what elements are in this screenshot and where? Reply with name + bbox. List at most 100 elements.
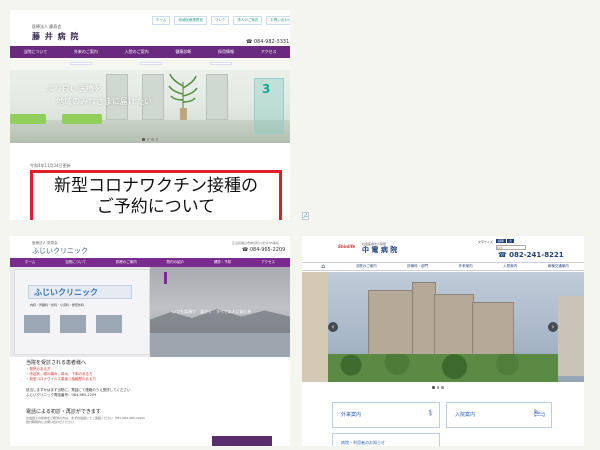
card-label: 病院・利用者のお知らせ — [341, 440, 385, 445]
water — [150, 333, 290, 357]
site-header: 医療法人 慶寿会 藤 井 病 院 ホーム 地域医療連携室 リンク 求人のご案内 … — [10, 10, 290, 46]
nav-medical[interactable]: 診療のご案内 — [116, 260, 137, 265]
broken-image-icon — [302, 212, 309, 220]
slider-next-icon[interactable]: › — [548, 322, 558, 332]
trees — [328, 354, 558, 382]
font-size-buttons: 標準 大 — [496, 239, 515, 243]
phone-number[interactable]: ☎ 084-982-3331 — [246, 39, 289, 45]
slider-dots[interactable] — [142, 138, 158, 141]
bed-icon: 🛏 — [533, 409, 545, 419]
clinic-sign-text: ふじいクリニック — [34, 288, 98, 297]
nav-facility[interactable]: 院内の紹介 — [167, 260, 185, 265]
slider-dot[interactable] — [146, 138, 149, 141]
phone-text: 082-241-8221 — [509, 251, 564, 259]
hospital-logo[interactable]: 中 電 病 院 — [362, 245, 397, 255]
nav-checkup[interactable]: 健康診断 — [175, 49, 191, 55]
clinic-address: 広島県福山市神辺町川北1055番地 — [232, 241, 279, 245]
stethoscope-icon: ⚕ — [428, 409, 433, 419]
main-nav: ⌂ 当院のご案内 診療科・部門 外来案内 入院案内 病棟交通案内 — [302, 262, 584, 271]
nav-home[interactable]: ホーム — [25, 260, 35, 265]
site-header: Shinlife 社会医療法人財団 中 電 病 院 文字サイズ 標準 大 検索 … — [302, 236, 584, 259]
top-link-recruit[interactable]: 求人のご案内 — [233, 16, 263, 25]
font-size-standard-button[interactable]: 標準 — [496, 239, 507, 243]
ceiling-lamp — [210, 62, 232, 65]
vaccine-notice-banner[interactable]: 新型コロナワクチン接種の ご予約について — [30, 170, 282, 220]
hospital-building — [434, 294, 474, 360]
nav-departments[interactable]: 診療科・部門 — [407, 264, 428, 269]
clinic-sign-subtext: 内科・胃腸科・外科・小児科・整形外科 — [30, 303, 85, 307]
section-heading: 当院を受診される患者様へ — [26, 360, 87, 366]
search-input[interactable]: 検索 — [496, 245, 526, 250]
hospital-logo[interactable]: 藤 井 病 院 — [32, 31, 79, 42]
nav-checkup[interactable]: 健診・予防 — [214, 260, 232, 265]
brand-mark: Shinlife — [338, 244, 356, 249]
slider-prev-icon[interactable]: ‹ — [328, 322, 338, 332]
accent-bar — [164, 272, 167, 284]
phone-text: 084-965-2209 — [249, 247, 286, 253]
font-size-label: 文字サイズ — [478, 240, 493, 244]
logo-subtitle: 医療法人 慶寿会 — [32, 24, 62, 29]
nav-transport[interactable]: 病棟交通案内 — [548, 264, 569, 269]
notice-card[interactable]: 病院・利用者のお知らせ — [332, 433, 440, 446]
outpatient-card[interactable]: 外来案内 ⚕ — [332, 402, 440, 428]
phone-icon: ☎ — [242, 247, 250, 253]
phone-number[interactable]: ☎ 084-965-2209 — [242, 247, 285, 253]
main-nav: ホーム 当院について 診療のご案内 院内の紹介 健診・予防 アクセス — [10, 258, 290, 267]
slider-dot[interactable] — [432, 386, 435, 389]
top-links: ホーム 地域医療連携室 リンク 求人のご案内 お問い合わせ — [152, 16, 290, 25]
fujii-hospital-screenshot: 医療法人 慶寿会 藤 井 病 院 ホーム 地域医療連携室 リンク 求人のご案内 … — [10, 10, 290, 220]
home-icon[interactable]: ⌂ — [321, 263, 325, 270]
list-item: ・新型コロナウイルス患者と接触歴のある方 — [26, 377, 96, 381]
nav-about[interactable]: 当院について — [23, 49, 47, 55]
top-link-links[interactable]: リンク — [210, 16, 230, 25]
card-label: 入院案内 — [455, 412, 476, 418]
card-label: 外来案内 — [341, 412, 362, 418]
nav-inpatient[interactable]: 入院案内 — [503, 264, 517, 269]
hero-tagline-1: より良い医療を — [46, 84, 102, 93]
slider-dot[interactable] — [441, 386, 444, 389]
phone-number[interactable]: ☎ 082-241-8221 — [498, 251, 564, 259]
banner-thumbnail[interactable] — [212, 436, 272, 446]
phone-consult-text: 受付時間内にお問い合わせください — [26, 420, 75, 424]
phone-text: 084-982-3331 — [253, 39, 290, 45]
top-link-home[interactable]: ホーム — [152, 16, 171, 25]
hero-image: ふじいクリニック 内科・胃腸科・外科・小児科・整形外科 いつも笑顔で 温かく す… — [10, 267, 290, 357]
ceiling-lamp — [70, 62, 92, 65]
top-link-contact[interactable]: お問い合わせ — [266, 16, 290, 25]
main-nav: 当院について 外来のご案内 入院のご案内 健康診断 採用情報 アクセス — [10, 46, 290, 58]
hospital-tower — [412, 282, 436, 360]
plant-icon — [168, 73, 198, 120]
symptom-list: ・発熱のある方 ・咳症状、喉の痛み、鼻水、下痢のある方 ・新型コロナウイルス患者… — [26, 367, 96, 382]
waiting-bench — [62, 114, 102, 124]
hero-message: いつも笑顔で 温かく すべての人に安心を — [172, 309, 252, 314]
nav-about[interactable]: 当院について — [65, 260, 86, 265]
slider-dots[interactable] — [432, 386, 444, 389]
top-link-regional[interactable]: 地域医療連携室 — [174, 16, 207, 25]
slider-dot[interactable] — [151, 138, 154, 141]
clinic-logo[interactable]: ふじいクリニック — [32, 246, 88, 256]
hero-image: 3 より良い医療を 地域のみなさまに届けたい — [10, 58, 290, 143]
nav-access[interactable]: アクセス — [261, 49, 277, 55]
slider-dot[interactable] — [436, 386, 439, 389]
nav-recruit[interactable]: 採用情報 — [218, 49, 234, 55]
right-building — [558, 296, 584, 376]
notice-phone: ふじいクリニック電話番号：084-965-2209 — [26, 393, 97, 397]
phone-icon: ☎ — [246, 39, 254, 45]
slider-dot[interactable] — [155, 138, 158, 141]
fujii-clinic-screenshot: 医療法人 慶寿会 ふじいクリニック 広島県福山市神辺町川北1055番地 ☎ 08… — [10, 236, 290, 446]
font-size-large-button[interactable]: 大 — [507, 239, 515, 243]
nav-inpatient[interactable]: 入院のご案内 — [125, 49, 149, 55]
nav-outpatient[interactable]: 外来案内 — [459, 264, 473, 269]
site-header: 医療法人 慶寿会 ふじいクリニック 広島県福山市神辺町川北1055番地 ☎ 08… — [10, 236, 290, 258]
clinic-building — [14, 269, 150, 355]
hero-tagline-2: 地域のみなさまに届けたい — [56, 97, 152, 106]
building-window — [24, 315, 50, 333]
hero-image — [302, 272, 584, 382]
inpatient-card[interactable]: 入院案内 🛏 — [446, 402, 552, 428]
nav-outpatient[interactable]: 外来のご案内 — [74, 49, 98, 55]
nav-access[interactable]: アクセス — [261, 260, 275, 265]
nav-guide[interactable]: 当院のご案内 — [356, 264, 377, 269]
slider-dot[interactable] — [142, 138, 145, 141]
room-number: 3 — [262, 82, 271, 96]
section-heading: 電話による初診・再診ができます — [26, 409, 101, 415]
